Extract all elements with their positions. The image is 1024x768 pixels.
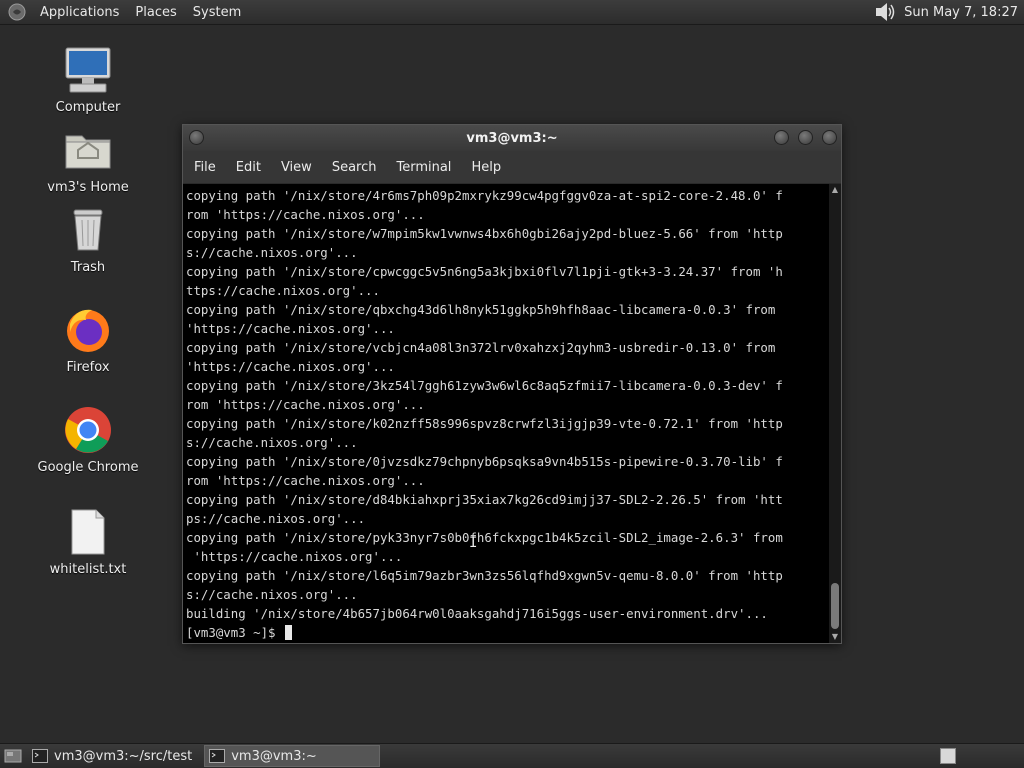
menu-view[interactable]: View [271,160,322,175]
desktop-icon-label: Google Chrome [37,460,139,475]
text-cursor [284,625,292,640]
menu-terminal[interactable]: Terminal [386,160,461,175]
scrollbar-thumb[interactable] [831,583,839,629]
window-title: vm3@vm3:~ [466,130,558,146]
workspace-switcher[interactable] [940,748,956,764]
command-output: copying path '/nix/store/4r6ms7ph09p2mxr… [186,188,783,621]
terminal-scrollbar[interactable]: ▲ ▼ [829,184,841,643]
desktop-icon-label: whitelist.txt [49,562,127,577]
volume-icon[interactable] [874,2,896,22]
desktop-icon-firefox[interactable]: Firefox [33,304,143,375]
show-desktop-icon[interactable] [4,748,22,764]
bottom-panel: vm3@vm3:~/src/test vm3@vm3:~ [0,743,1024,768]
shell-prompt: [vm3@vm3 ~]$ [186,625,283,640]
desktop-icon-trash[interactable]: Trash [33,204,143,275]
chrome-icon [65,407,111,453]
places-menu[interactable]: Places [127,5,184,20]
taskbar-button-home[interactable]: vm3@vm3:~ [204,745,380,767]
menu-edit[interactable]: Edit [226,160,271,175]
mouse-ibeam-cursor: I [469,535,478,551]
clock[interactable]: Sun May 7, 18:27 [904,5,1018,20]
trash-icon [73,209,103,251]
home-folder-icon [65,135,111,169]
terminal-body[interactable]: copying path '/nix/store/4r6ms7ph09p2mxr… [183,184,841,643]
desktop-icon-whitelist[interactable]: whitelist.txt [33,506,143,577]
maximize-button[interactable] [798,130,813,145]
terminal-menubar: File Edit View Search Terminal Help [183,151,841,184]
desktop-icon-computer[interactable]: Computer [33,44,143,115]
minimize-button[interactable] [774,130,789,145]
scroll-down-arrow-icon[interactable]: ▼ [829,631,841,643]
terminal-app-icon [209,749,226,763]
scroll-up-arrow-icon[interactable]: ▲ [829,184,841,196]
menu-file[interactable]: File [183,160,226,175]
firefox-icon [67,309,109,352]
window-titlebar[interactable]: vm3@vm3:~ [183,125,841,151]
applications-menu[interactable]: Applications [32,5,127,20]
terminal-window[interactable]: vm3@vm3:~ File Edit View Search Terminal… [182,124,842,644]
desktop-icon-label: Trash [70,260,106,275]
taskbar-button-label: vm3@vm3:~/src/test [54,748,193,764]
top-panel: Applications Places System Sun May 7, 18… [0,0,1024,25]
taskbar-button-label: vm3@vm3:~ [231,748,317,764]
menu-help[interactable]: Help [461,160,511,175]
text-file-icon [71,509,105,555]
desktop-icon-label: Computer [55,100,121,115]
computer-icon [65,47,111,93]
distro-logo-icon[interactable] [8,3,26,21]
window-menu-icon[interactable] [189,130,204,145]
desktop-icon-home[interactable]: vm3's Home [33,124,143,195]
taskbar-button-src-test[interactable]: vm3@vm3:~/src/test [28,745,200,767]
menu-search[interactable]: Search [322,160,387,175]
desktop-icon-label: vm3's Home [47,180,129,195]
desktop-icon-chrome[interactable]: Google Chrome [33,404,143,475]
terminal-app-icon [32,749,48,763]
close-button[interactable] [822,130,837,145]
system-menu[interactable]: System [185,5,249,20]
desktop-icon-label: Firefox [66,360,110,375]
terminal-output: copying path '/nix/store/4r6ms7ph09p2mxr… [186,186,826,642]
